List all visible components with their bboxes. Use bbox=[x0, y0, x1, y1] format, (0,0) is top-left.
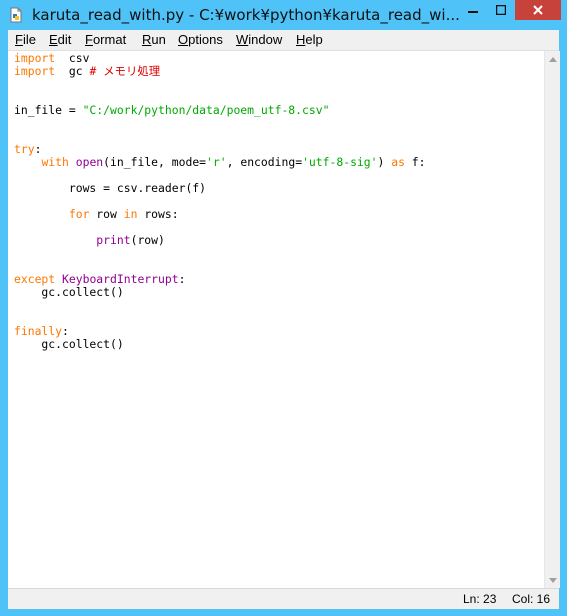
code-token: csv bbox=[55, 51, 90, 65]
window-title: karuta_read_with.py - C:¥work¥python¥kar… bbox=[32, 6, 460, 24]
code-token: 'r' bbox=[206, 155, 227, 169]
code-token: in bbox=[123, 207, 138, 221]
maximize-icon bbox=[496, 5, 506, 15]
code-line[interactable] bbox=[14, 312, 426, 325]
code-line[interactable] bbox=[14, 299, 426, 312]
code-line[interactable]: gc.collect() bbox=[14, 338, 426, 351]
code-token: ) bbox=[377, 155, 392, 169]
code-token: finally bbox=[14, 324, 63, 338]
code-line[interactable]: import gc # メモリ処理 bbox=[14, 65, 426, 78]
title-bar[interactable]: karuta_read_with.py - C:¥work¥python¥kar… bbox=[0, 0, 567, 30]
code-token: : bbox=[34, 142, 42, 156]
scroll-down-icon bbox=[548, 577, 557, 583]
code-token: 'utf-8-sig' bbox=[302, 155, 378, 169]
code-token: , encoding= bbox=[226, 155, 303, 169]
code-line[interactable]: print(row) bbox=[14, 234, 426, 247]
scroll-up-button[interactable] bbox=[545, 51, 560, 67]
code-line[interactable]: with open(in_file, mode='r', encoding='u… bbox=[14, 155, 426, 169]
code-token: except bbox=[14, 272, 56, 286]
code-token: f: bbox=[404, 155, 426, 169]
code-token: for bbox=[68, 207, 90, 221]
code-line[interactable] bbox=[14, 78, 426, 91]
menu-edit[interactable]: Edit bbox=[49, 32, 71, 47]
code-token: import bbox=[14, 64, 56, 78]
code-token: in_file = bbox=[14, 103, 83, 117]
menu-window[interactable]: Window bbox=[236, 32, 282, 47]
code-token: import bbox=[14, 51, 56, 65]
code-token: try bbox=[14, 142, 35, 156]
code-token: gc bbox=[55, 64, 90, 78]
code-token: gc.collect() bbox=[14, 285, 124, 299]
menu-format[interactable]: Format bbox=[85, 32, 126, 47]
menu-help[interactable]: Help bbox=[296, 32, 323, 47]
maximize-button[interactable] bbox=[487, 0, 515, 20]
idle-window: karuta_read_with.py - C:¥work¥python¥kar… bbox=[0, 0, 567, 616]
menu-options[interactable]: Options bbox=[178, 32, 223, 47]
menu-file[interactable]: File bbox=[15, 32, 36, 47]
code-token: print bbox=[96, 233, 131, 247]
code-token: open bbox=[75, 155, 104, 169]
code-token: (in_file, mode= bbox=[103, 155, 207, 169]
code-token: : bbox=[178, 272, 186, 286]
python-file-icon bbox=[8, 7, 24, 23]
status-column: Col: 16 bbox=[512, 592, 551, 606]
scroll-down-button[interactable] bbox=[545, 572, 560, 588]
status-bar: Ln: 23 Col: 16 bbox=[8, 588, 559, 609]
code-token: (row) bbox=[130, 233, 165, 247]
code-line[interactable]: gc.collect() bbox=[14, 286, 426, 299]
code-text[interactable]: import csv import gc # メモリ処理 in_file = "C:… bbox=[14, 52, 426, 351]
code-line[interactable]: for row in rows: bbox=[14, 208, 426, 221]
minimize-icon bbox=[468, 11, 478, 13]
close-button[interactable] bbox=[515, 0, 561, 20]
code-token: rows: bbox=[137, 207, 179, 221]
code-token: with bbox=[41, 155, 69, 169]
code-token: : bbox=[62, 324, 69, 338]
close-icon bbox=[533, 5, 543, 15]
status-line: Ln: 23 bbox=[463, 592, 497, 606]
code-token: as bbox=[391, 155, 405, 169]
menu-run[interactable]: Run bbox=[142, 32, 166, 47]
code-editor[interactable]: import csv import gc # メモリ処理 in_file = "C:… bbox=[8, 51, 544, 588]
code-token: KeyboardInterrupt bbox=[62, 272, 179, 286]
vertical-scrollbar[interactable] bbox=[544, 51, 560, 588]
code-line[interactable] bbox=[14, 130, 426, 143]
scroll-up-icon bbox=[548, 56, 557, 62]
code-line[interactable]: rows = csv.reader(f) bbox=[14, 182, 426, 195]
code-token: rows = csv.reader(f) bbox=[14, 181, 207, 195]
code-token: "C:/work/python/data/poem_utf-8.csv" bbox=[82, 103, 330, 117]
code-line[interactable] bbox=[14, 247, 426, 260]
code-token: gc.collect() bbox=[14, 337, 124, 351]
minimize-button[interactable] bbox=[459, 0, 487, 20]
code-token: # メモリ処理 bbox=[89, 64, 161, 78]
code-token: row bbox=[89, 207, 124, 221]
menu-bar: File Edit Format Run Options Window Help bbox=[8, 30, 559, 51]
code-line[interactable] bbox=[14, 117, 426, 130]
code-line[interactable]: in_file = "C:/work/python/data/poem_utf-… bbox=[14, 104, 426, 117]
